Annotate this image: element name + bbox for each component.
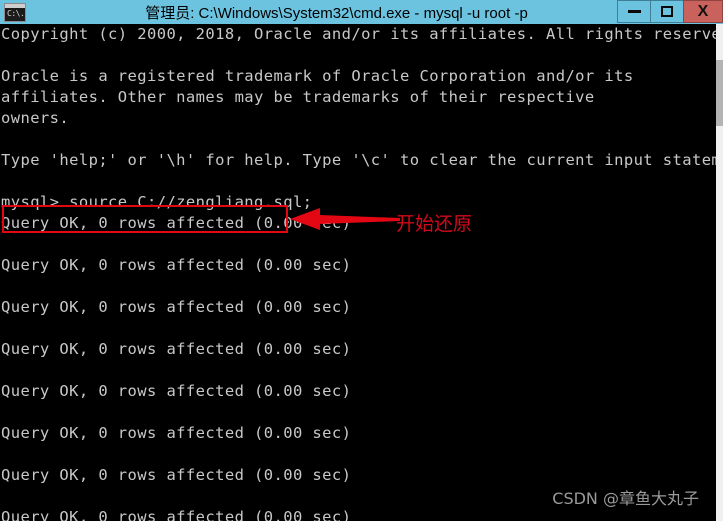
terminal-line: Oracle is a registered trademark of Orac…: [1, 67, 634, 85]
maximize-button[interactable]: [650, 0, 683, 23]
terminal-line: Query OK, 0 rows affected (0.00 sec): [1, 508, 352, 521]
window-title: 管理员: C:\Windows\System32\cmd.exe - mysql…: [145, 4, 528, 22]
close-button[interactable]: X: [683, 0, 723, 23]
minimize-icon: [627, 10, 641, 13]
terminal-output[interactable]: Copyright (c) 2000, 2018, Oracle and/or …: [0, 24, 716, 521]
vertical-scrollbar[interactable]: [716, 24, 723, 521]
terminal-line: owners.: [1, 109, 70, 127]
cmd-console-icon: [4, 3, 26, 22]
terminal-line: Query OK, 0 rows affected (0.00 sec): [1, 214, 352, 232]
terminal-line: Query OK, 0 rows affected (0.00 sec): [1, 382, 352, 400]
terminal-line: Query OK, 0 rows affected (0.00 sec): [1, 256, 352, 274]
window-controls: X: [617, 0, 723, 24]
terminal-line: Query OK, 0 rows affected (0.00 sec): [1, 466, 352, 484]
close-icon: X: [697, 2, 709, 20]
cmd-window: 管理员: C:\Windows\System32\cmd.exe - mysql…: [0, 0, 723, 521]
watermark: CSDN @章鱼大丸子: [552, 489, 699, 508]
terminal-line: Query OK, 0 rows affected (0.00 sec): [1, 340, 352, 358]
terminal-line: Type 'help;' or '\h' for help. Type '\c'…: [1, 151, 716, 169]
terminal-line: Copyright (c) 2000, 2018, Oracle and/or …: [1, 25, 716, 43]
terminal-line: Query OK, 0 rows affected (0.00 sec): [1, 298, 352, 316]
minimize-button[interactable]: [617, 0, 650, 23]
terminal-line: Query OK, 0 rows affected (0.00 sec): [1, 424, 352, 442]
terminal-command-line: mysql> source C://zengliang.sql;: [1, 193, 313, 211]
terminal-line: affiliates. Other names may be trademark…: [1, 88, 595, 106]
scrollbar-thumb[interactable]: [716, 60, 723, 126]
annotation-label: 开始还原: [396, 213, 473, 235]
maximize-icon: [661, 6, 673, 17]
window-titlebar[interactable]: 管理员: C:\Windows\System32\cmd.exe - mysql…: [0, 0, 723, 24]
